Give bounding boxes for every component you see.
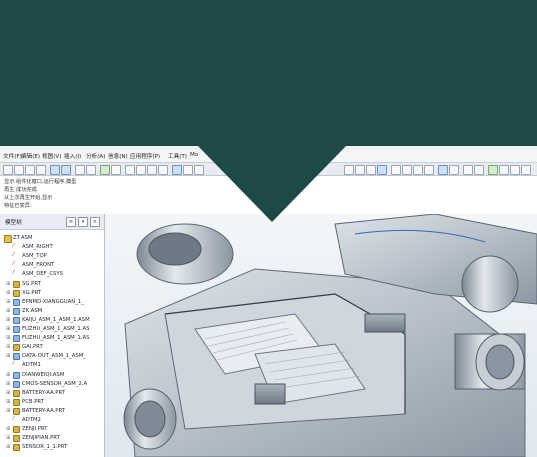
expand-icon[interactable]: ⊞	[6, 299, 10, 306]
tree-item-label: CMOS-SENSOR_ASM_2.A	[22, 380, 88, 387]
graphics-viewport[interactable]	[105, 214, 537, 457]
assembly-icon	[13, 298, 20, 306]
title-banner-overlay	[0, 0, 537, 222]
expand-icon[interactable]: ⊞	[6, 390, 10, 397]
datum-icon: ⁄	[13, 360, 15, 368]
expand-icon[interactable]: ⊞	[6, 353, 10, 360]
part-icon	[13, 389, 20, 397]
tree-item[interactable]: ⊞ BATTERY-AA.PRT	[0, 389, 104, 398]
tree-item-label: XG.PRT	[22, 289, 42, 296]
expand-icon[interactable]: ⊞	[6, 290, 10, 297]
tree-item[interactable]: ⊞ GAI.PRT	[0, 343, 104, 352]
tree-item-label: ADTM2	[22, 417, 41, 423]
tree-item[interactable]: ⁄ ASM_TOP	[0, 252, 104, 261]
expand-icon[interactable]: ⊞	[6, 426, 10, 433]
tree-item[interactable]: ⁄ ASM_DEF_CSYS	[0, 270, 104, 279]
part-icon	[13, 280, 20, 288]
tree-item-label: DATA-OUT_ASM_1_ASM_	[22, 353, 86, 360]
expand-icon[interactable]: ⊞	[6, 444, 10, 451]
tree-item-label: SG.PRT	[22, 280, 41, 287]
expand-icon[interactable]: ⊞	[6, 435, 10, 442]
tree-item-label: FUZHU_ASM_1_ASM_1.AS	[22, 335, 90, 342]
tree-item[interactable]: ⊞ DIANWEIQI.ASM	[0, 371, 104, 380]
datum-icon: ⁄	[13, 242, 15, 250]
root-assembly-icon	[4, 235, 12, 243]
assembly-icon	[13, 326, 20, 333]
tree-item-label: BATTERY-AA.PRT	[22, 407, 66, 414]
tree-item-label: ZENJI.PRT	[22, 426, 48, 433]
tree-item-label: SENSOR_1_1.PRT	[22, 444, 68, 451]
tree-item-label: FUZHU_ASM_1_ASM_1.AS	[22, 326, 90, 332]
tree-item-label: PCB.PRT	[22, 398, 44, 405]
tree-item[interactable]: ⊞ FUZHU_ASM_1_ASM_1.AS	[0, 334, 104, 343]
model-tree-panel: 模型树 ≡ ▾ × ZT.ASM ⁄ ASM_RIGHT ⁄ ASM_TOP ⁄ ASM_F…	[0, 214, 105, 457]
tree-item-label: ZT.ASM	[13, 235, 33, 241]
tree-item[interactable]: ⊞ CMOS-SENSOR_ASM_2.A	[0, 380, 104, 389]
datum-icon: ⁄	[13, 415, 15, 422]
tree-item[interactable]: ⁄ ASM_RIGHT	[0, 243, 104, 252]
part-icon	[13, 444, 20, 452]
datum-icon: ⁄	[13, 251, 15, 259]
expand-icon[interactable]: ⊞	[6, 281, 10, 288]
part-icon	[13, 398, 20, 406]
tree-item-label: ZENJIPIAN.PRT	[22, 435, 60, 442]
tree-item[interactable]: ⊞ XG.PRT	[0, 289, 104, 298]
tree-item-label: ASM_RIGHT	[22, 244, 53, 251]
banner-shape	[0, 0, 537, 222]
tree-item-label: ASM_DEF_CSYS	[22, 271, 63, 278]
assembly-icon	[13, 316, 20, 324]
tree-item[interactable]: ⊞ PCB.PRT	[0, 398, 104, 407]
assembly-icon	[13, 371, 20, 379]
tree-item[interactable]: ⊞ FUZHU_ASM_1_ASM_1.AS	[0, 325, 104, 334]
part-icon	[13, 426, 20, 434]
tree-item[interactable]: ⊞ ZENJI.PRT	[0, 425, 104, 434]
expand-icon[interactable]: ⊞	[6, 326, 10, 333]
tree-item-label: EPNMD-XIANGGUAN_1_	[22, 298, 84, 305]
tree-item[interactable]: ZT.ASM	[0, 234, 104, 243]
tree-item[interactable]: ⊞ ZK.ASM	[0, 307, 104, 316]
tree-item[interactable]: ⁄ ADTM2	[0, 416, 104, 425]
tree-item[interactable]: ⊞ DATA-OUT_ASM_1_ASM_	[0, 352, 104, 361]
datum-icon: ⁄	[13, 269, 15, 277]
expand-icon[interactable]: ⊞	[6, 344, 10, 351]
part-icon	[13, 344, 20, 352]
tree-item-label: ADTM1	[22, 362, 41, 369]
tree-item-label: DIANWEIQI.ASM	[22, 371, 65, 378]
tree-item-label: ASM_TOP	[22, 253, 47, 260]
part-icon	[13, 407, 20, 415]
tree-item-label: ASM_FRONT	[22, 262, 55, 269]
assembly-icon	[13, 353, 20, 361]
expand-icon[interactable]: ⊞	[6, 408, 10, 415]
tree-item[interactable]: ⊞ ZENJIPIAN.PRT	[0, 434, 104, 443]
expand-icon[interactable]: ⊞	[6, 372, 10, 379]
assembly-icon	[13, 307, 20, 315]
tree-item[interactable]: ⁄ ASM_FRONT	[0, 261, 104, 270]
tree-item-label: ZK.ASM	[22, 307, 43, 314]
tree-item[interactable]: ⊞ SG.PRT	[0, 280, 104, 289]
tree-item[interactable]: ⊞ SENSOR_1_1.PRT	[0, 443, 104, 452]
expand-icon[interactable]: ⊞	[6, 381, 10, 388]
assembly-icon	[13, 335, 20, 343]
tree-item[interactable]: ⁄ ADTM1	[0, 361, 104, 370]
tree-item[interactable]: ⊞ BATTERY-AA.PRT	[0, 407, 104, 416]
tree-item-label: GAI.PRT	[22, 344, 43, 351]
part-icon	[13, 435, 20, 443]
part-icon	[13, 289, 20, 297]
assembly-icon	[13, 380, 20, 388]
expand-icon[interactable]: ⊞	[6, 399, 10, 406]
expand-icon[interactable]: ⊞	[6, 335, 10, 342]
expand-icon[interactable]: ⊞	[6, 317, 10, 324]
tree-item-label: BATTERY-AA.PRT	[22, 389, 66, 396]
tree-item[interactable]: ⊞ EPNMD-XIANGGUAN_1_	[0, 298, 104, 307]
tree-item[interactable]: ⊞ KAIJU_ASM_1_ASM_1.ASM	[0, 316, 104, 325]
assembly-section-model	[123, 214, 537, 457]
tree-item-label: KAIJU_ASM_1_ASM_1.ASM	[22, 316, 90, 323]
datum-icon: ⁄	[13, 260, 15, 268]
expand-icon[interactable]: ⊞	[6, 308, 10, 315]
